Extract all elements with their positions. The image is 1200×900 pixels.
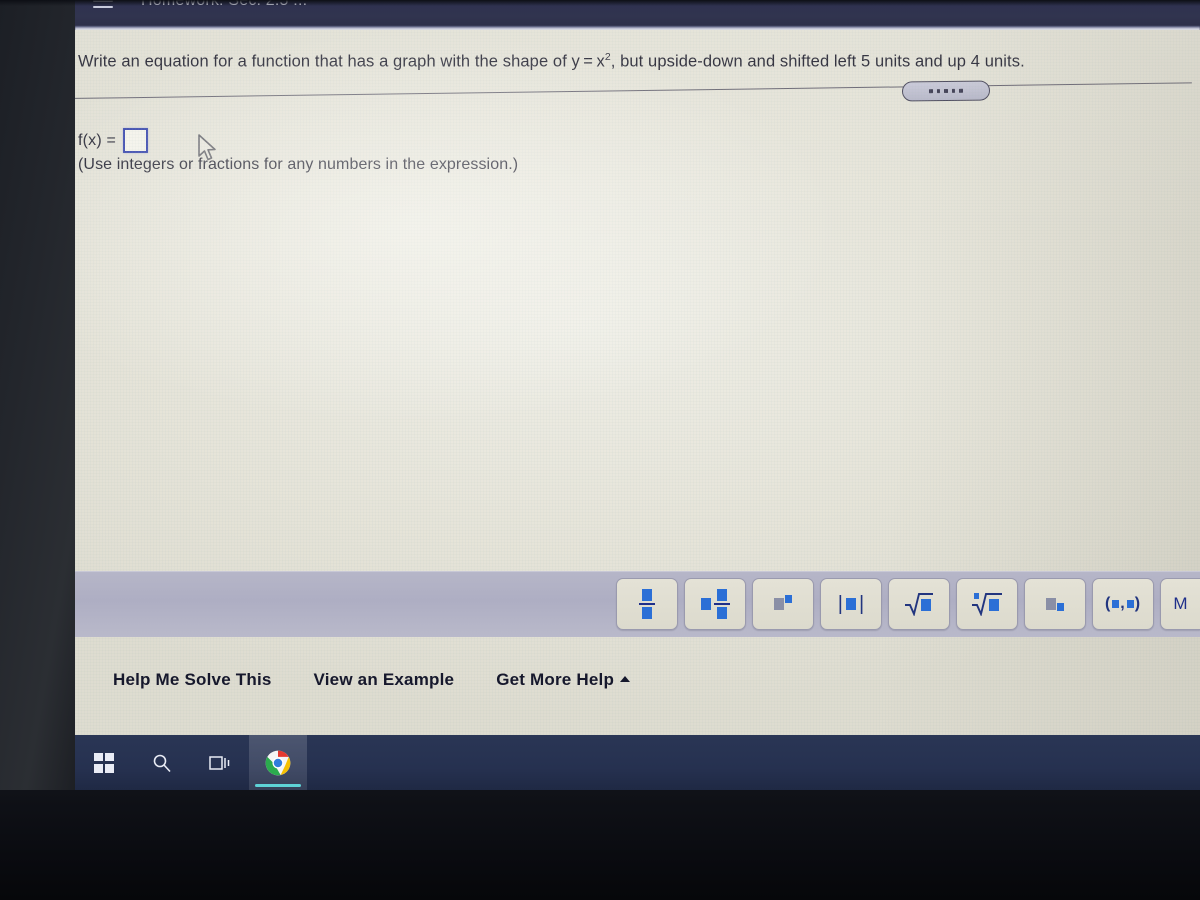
view-an-example-link[interactable]: View an Example (314, 670, 455, 690)
hamburger-icon[interactable] (93, 0, 113, 8)
app-title: Homework: Sec. 2.5 ... (141, 0, 308, 9)
exercise-page: Write an equation for a function that ha… (75, 30, 1200, 735)
monitor-bezel-left (0, 0, 78, 900)
subscript-icon (1046, 598, 1064, 611)
mixed-number-button[interactable] (684, 578, 746, 630)
taskbar-chrome-button[interactable] (249, 735, 307, 790)
more-symbols-button[interactable]: M (1160, 578, 1200, 630)
answer-input[interactable] (123, 128, 149, 153)
square-root-button[interactable] (888, 578, 950, 630)
nth-root-icon (971, 592, 1003, 616)
screen-photo: Homework: Sec. 2.5 ... Write an equation… (0, 0, 1200, 900)
subscript-button[interactable] (1024, 578, 1086, 630)
caret-up-icon (620, 675, 631, 682)
math-palette-toolbar: | | (,) M (75, 571, 1200, 637)
square-root-icon (904, 592, 934, 616)
more-options-button[interactable] (901, 80, 991, 102)
answer-hint: (Use integers or fractions for any numbe… (78, 156, 519, 173)
fraction-button[interactable] (616, 578, 678, 630)
get-more-help-label: Get More Help (496, 670, 615, 689)
ordered-pair-icon: (,) (1104, 595, 1142, 612)
prompt-divider-group (75, 78, 1195, 112)
exponent-icon (774, 595, 792, 610)
absolute-value-icon: | | (837, 592, 865, 615)
chrome-icon (265, 750, 291, 775)
task-view-icon (209, 755, 230, 770)
ordered-pair-button[interactable]: (,) (1092, 578, 1154, 630)
search-icon (153, 754, 171, 772)
question-prompt-part2: , but upside-down and shifted left 5 uni… (610, 52, 1025, 71)
screen-area: Homework: Sec. 2.5 ... Write an equation… (75, 0, 1200, 790)
help-links-bar: Help Me Solve This View an Example Get M… (75, 642, 1200, 734)
question-prompt: Write an equation for a function that ha… (75, 50, 1185, 73)
answer-label: f(x) = (78, 131, 117, 149)
more-symbols-label: M (1173, 594, 1188, 613)
get-more-help-link[interactable]: Get More Help (496, 670, 631, 690)
fraction-icon (639, 589, 655, 619)
nth-root-button[interactable] (956, 578, 1018, 630)
windows-logo-icon (94, 752, 114, 773)
question-prompt-part1: Write an equation for a function that ha… (78, 52, 605, 71)
mixed-number-icon (700, 589, 730, 619)
windows-taskbar (75, 735, 1200, 790)
absolute-value-button[interactable]: | | (820, 578, 882, 630)
start-button[interactable] (75, 735, 133, 790)
taskbar-search-button[interactable] (133, 735, 191, 790)
task-view-button[interactable] (191, 735, 249, 790)
monitor-bezel-bottom (0, 790, 1200, 900)
exponent-button[interactable] (752, 578, 814, 630)
help-me-solve-this-link[interactable]: Help Me Solve This (113, 670, 272, 690)
prompt-divider (75, 82, 1192, 100)
answer-row: f(x) = (78, 128, 149, 153)
